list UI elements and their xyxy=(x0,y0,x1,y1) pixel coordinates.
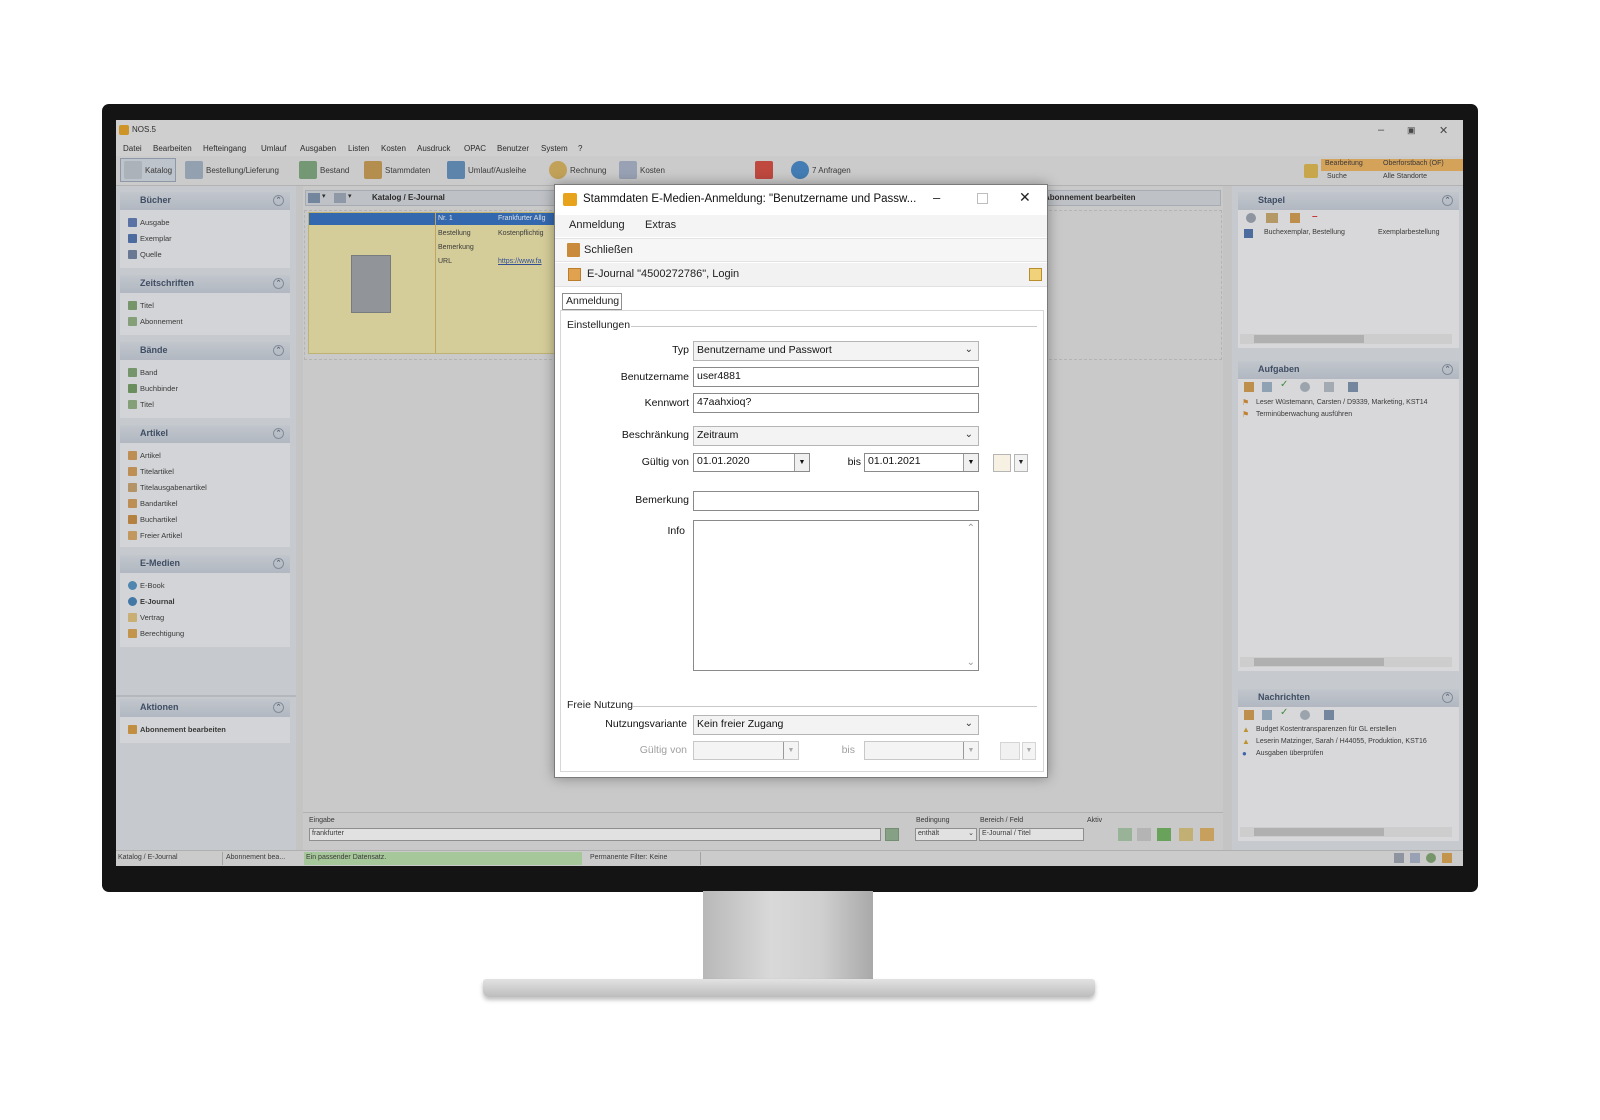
scroll-down-icon[interactable]: ⌄ xyxy=(967,657,975,668)
dialog-menu-bar: Anmeldung Extras xyxy=(555,215,1047,237)
info-textarea[interactable]: ⌃ ⌄ xyxy=(693,520,979,671)
nutzungsvariante-select[interactable]: Kein freier Zugang ⌄ xyxy=(693,715,979,735)
monitor-stand-neck xyxy=(703,891,873,981)
dialog-app-icon xyxy=(563,193,577,206)
typ-value: Benutzername und Passwort xyxy=(697,344,832,356)
nutzungsvariante-value: Kein freier Zugang xyxy=(697,718,784,730)
dialog-menu-anmeldung[interactable]: Anmeldung xyxy=(569,219,625,231)
record-title: E-Journal "4500272786", Login xyxy=(587,268,740,280)
freie-bis-date[interactable]: ▼ xyxy=(864,741,979,760)
gueltig-von-label: Gültig von xyxy=(641,456,689,468)
freie-gueltig-von-label: Gültig von xyxy=(639,744,687,756)
dialog-minimize-button[interactable]: – xyxy=(933,190,940,205)
typ-select[interactable]: Benutzername und Passwort ⌄ xyxy=(693,341,979,361)
kennwort-value: 47aahxioq? xyxy=(697,396,752,408)
benutzername-value: user4881 xyxy=(697,370,741,382)
benutzername-input[interactable]: user4881 xyxy=(693,367,979,387)
freie-nutzung-group-label: Freie Nutzung xyxy=(567,699,633,711)
gueltig-von-date[interactable]: 01.01.2020 ▼ xyxy=(693,453,810,472)
info-label: Info xyxy=(667,525,685,537)
bis-date[interactable]: 01.01.2021 ▼ xyxy=(864,453,979,472)
dropdown-arrow-icon[interactable]: ▼ xyxy=(783,742,798,759)
dialog-title: Stammdaten E-Medien-Anmeldung: "Benutzer… xyxy=(583,193,917,205)
exit-door-icon xyxy=(567,243,580,257)
gueltig-von-value: 01.01.2020 xyxy=(697,455,750,467)
dropdown-arrow-icon[interactable]: ▼ xyxy=(963,742,978,759)
nutzungsvariante-label: Nutzungsvariante xyxy=(605,718,687,730)
beschraenkung-value: Zeitraum xyxy=(697,429,739,441)
edit-document-icon xyxy=(568,268,581,281)
beschraenkung-label: Beschränkung xyxy=(621,429,689,441)
scroll-up-icon[interactable]: ⌃ xyxy=(967,523,975,534)
kennwort-input[interactable]: 47aahxioq? xyxy=(693,393,979,413)
calendar-icon[interactable] xyxy=(1000,742,1020,760)
dialog-menu-extras[interactable]: Extras xyxy=(645,219,676,231)
stammdaten-dialog: Stammdaten E-Medien-Anmeldung: "Benutzer… xyxy=(554,184,1048,778)
schliessen-label: Schließen xyxy=(584,244,633,256)
einstellungen-group-label: Einstellungen xyxy=(567,319,631,331)
beschraenkung-select[interactable]: Zeitraum ⌄ xyxy=(693,426,979,446)
bis-label: bis xyxy=(847,456,861,468)
bis-value: 01.01.2021 xyxy=(868,455,921,467)
bemerkung-label: Bemerkung xyxy=(635,494,689,506)
einstellungen-group-line xyxy=(631,326,1037,327)
dropdown-arrow-icon[interactable]: ▼ xyxy=(1014,454,1028,472)
typ-label: Typ xyxy=(672,344,689,356)
tab-anmeldung[interactable]: Anmeldung xyxy=(562,293,622,310)
monitor-stand-foot xyxy=(483,979,1095,997)
edit-icon[interactable] xyxy=(1029,268,1042,281)
kennwort-label: Kennwort xyxy=(644,397,689,409)
chevron-down-icon: ⌄ xyxy=(964,718,973,729)
dialog-close-button[interactable]: ✕ xyxy=(1019,189,1031,206)
dropdown-arrow-icon[interactable]: ▼ xyxy=(794,454,809,471)
tab-anmeldung-label: Anmeldung xyxy=(566,295,620,307)
schliessen-button[interactable]: Schließen xyxy=(567,243,633,257)
bemerkung-input[interactable] xyxy=(693,491,979,511)
calendar-icon[interactable] xyxy=(993,454,1011,472)
freie-bis-label: bis xyxy=(841,744,855,756)
dialog-maximize-button[interactable] xyxy=(977,193,988,204)
dropdown-arrow-icon[interactable]: ▼ xyxy=(1022,742,1036,760)
benutzername-label: Benutzername xyxy=(620,371,689,383)
dropdown-arrow-icon[interactable]: ▼ xyxy=(963,454,978,471)
record-title-bar: E-Journal "4500272786", Login xyxy=(555,263,1047,287)
freie-gueltig-von-date[interactable]: ▼ xyxy=(693,741,799,760)
chevron-down-icon: ⌄ xyxy=(964,344,973,355)
freie-nutzung-group-line xyxy=(633,706,1037,707)
chevron-down-icon: ⌄ xyxy=(964,429,973,440)
dialog-toolbar: Schließen xyxy=(555,238,1047,262)
